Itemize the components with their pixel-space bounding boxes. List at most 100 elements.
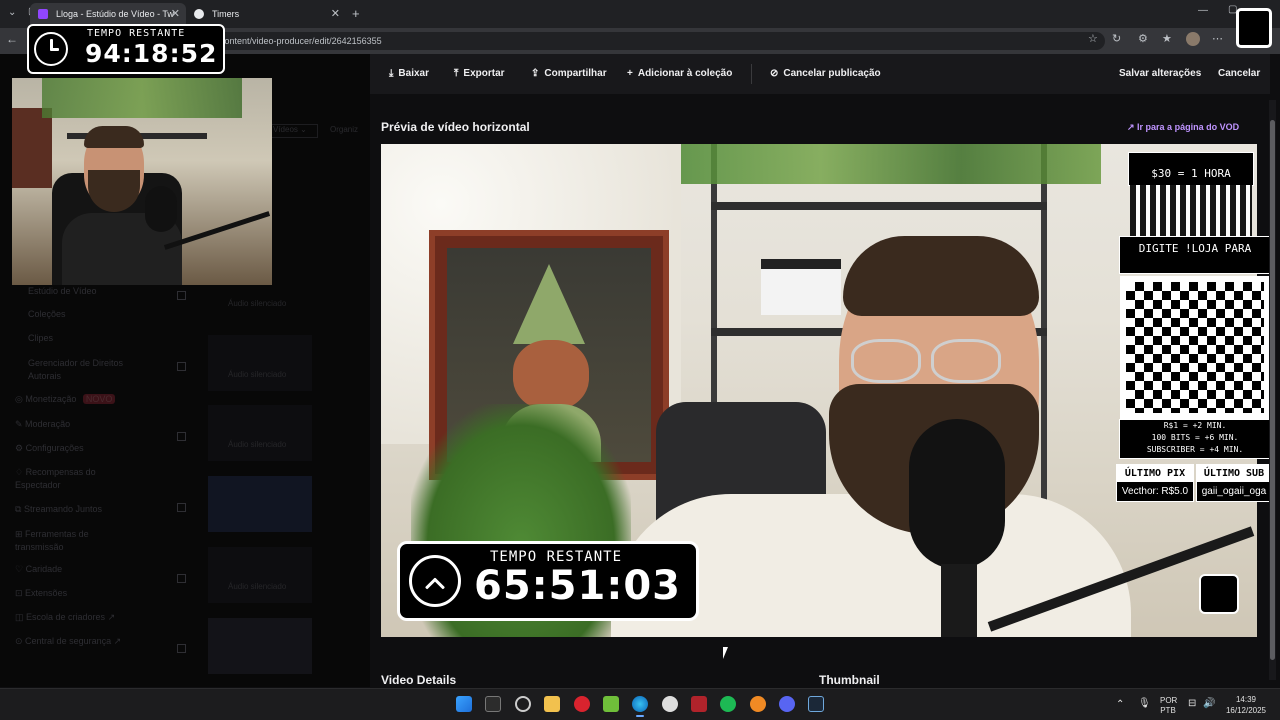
sidebar-item-label: Caridade [25, 564, 63, 574]
video-details-heading: Video Details [381, 673, 457, 687]
save-button[interactable]: Salvar alterações [1119, 68, 1201, 79]
sidebar-item-extensions[interactable]: ⊡ Extensões [15, 588, 67, 599]
sidebar-item-moderation[interactable]: ✎ Moderação [15, 419, 70, 430]
sidebar-item-clips[interactable]: Clipes [28, 333, 53, 343]
row-checkbox[interactable] [177, 644, 186, 653]
cancel-button[interactable]: Cancelar [1218, 68, 1260, 79]
add-collection-button[interactable]: + Adicionar à coleção [627, 68, 732, 79]
back-icon[interactable]: ← [6, 32, 18, 46]
sidebar-item-video-studio[interactable]: Estúdio de Vídeo [28, 286, 97, 296]
discord-icon[interactable] [779, 696, 795, 712]
red-app-icon[interactable] [574, 696, 590, 712]
download-button[interactable]: ⤓ Baixar [389, 68, 429, 79]
last-sub-box: ÚLTIMO SUB gaii_ogaii_oga [1196, 464, 1272, 502]
steam-icon[interactable] [808, 696, 824, 712]
orange-app-icon[interactable] [750, 696, 766, 712]
rates-panel: R$1 = +2 MIN. 100 BITS = +6 MIN. SUBSCRI… [1119, 419, 1271, 459]
start-icon[interactable] [456, 696, 472, 712]
last-sub-value: gaii_ogaii_oga [1201, 486, 1267, 497]
recorder-icon[interactable] [691, 696, 707, 712]
microphone-icon[interactable]: 🎙 [1138, 698, 1151, 709]
row-checkbox[interactable] [177, 574, 186, 583]
vod-link[interactable]: ↗ Ir para a página do VOD [1127, 122, 1239, 133]
refresh-icon[interactable]: ↻ [1112, 32, 1121, 45]
twitch-icon [38, 9, 48, 19]
row-checkbox[interactable] [177, 432, 186, 441]
minimize-icon[interactable]: — [1198, 5, 1208, 16]
sidebar-icon[interactable] [1186, 32, 1200, 46]
scrollbar-thumb[interactable] [1270, 120, 1275, 660]
folder-icon[interactable] [544, 696, 560, 712]
silenced-label: Áudio silenciado [228, 582, 287, 591]
tab-list-icon[interactable]: ⌄ [8, 7, 16, 18]
favorite-icon[interactable]: ☆ [1088, 32, 1098, 45]
row-checkbox[interactable] [177, 291, 186, 300]
video-thumbnail[interactable] [208, 405, 312, 461]
sidebar-item-label: Recompensas do Espectador [15, 467, 96, 490]
hanging-vines [681, 144, 1101, 184]
plant [42, 78, 242, 118]
sort-label[interactable]: Organiz [330, 125, 358, 134]
sidebar-item-safety-center[interactable]: ⊙ Central de segurança ↗ [15, 636, 121, 647]
video-thumbnail[interactable] [208, 335, 312, 391]
sidebar-item-label: Central de segurança [25, 636, 112, 646]
price-panel: $30 = 1 HORA [1128, 152, 1254, 186]
more-icon[interactable]: ⋯ [1212, 32, 1223, 45]
export-button[interactable]: ⤒ Exportar [454, 68, 505, 79]
sidebar-item-stream-together[interactable]: ⧉ Streamando Juntos [15, 504, 102, 515]
sidebar-item-settings[interactable]: ⚙ Configurações [15, 443, 84, 454]
sidebar-item-monetization[interactable]: ◎ Monetização NOVO [15, 394, 116, 405]
spotify-icon[interactable] [720, 696, 736, 712]
language-primary[interactable]: POR [1160, 696, 1177, 705]
external-arrow-icon: ↗ [1127, 122, 1138, 132]
collections-icon[interactable]: ★ [1162, 32, 1172, 45]
video-thumbnail[interactable] [208, 618, 312, 674]
sidebar-item-label: Escola de criadores [26, 612, 106, 622]
unpublish-label: Cancelar publicação [783, 68, 881, 79]
last-pix-box: ÚLTIMO PIX Vecthor: R$5.0 [1116, 464, 1194, 502]
sidebar-item-rewards[interactable]: ♢ Recompensas do Espectador [15, 466, 125, 492]
sidebar-item-label: Ferramentas de transmissão [15, 529, 89, 552]
green-app-icon[interactable] [603, 696, 619, 712]
edge-icon[interactable] [632, 696, 648, 712]
language-secondary[interactable]: PTB [1160, 706, 1176, 715]
sidebar-item-creator-school[interactable]: ◫ Escola de criadores ↗ [15, 612, 115, 623]
filter-label: Vídeos [273, 125, 298, 134]
sidebar-item-copyright[interactable]: Gerenciador de Direitos Autorais [28, 357, 128, 383]
close-icon[interactable]: ✕ [171, 7, 180, 20]
new-badge: NOVO [82, 394, 116, 404]
network-icon[interactable]: ⊟ [1188, 698, 1196, 709]
video-thumbnail[interactable] [208, 547, 312, 603]
tab-timers[interactable]: Timers ✕ [186, 3, 346, 25]
sidebar-item-collections[interactable]: Coleções [28, 309, 66, 319]
face-app-icon[interactable] [662, 696, 678, 712]
sidebar-item-broadcast-tools[interactable]: ⊞ Ferramentas de transmissão [15, 528, 115, 554]
close-icon[interactable]: ✕ [331, 7, 340, 20]
video-thumbnail[interactable] [208, 476, 312, 532]
last-pix-header: ÚLTIMO PIX [1117, 465, 1193, 482]
unpublish-button[interactable]: ⊘ Cancelar publicação [770, 68, 881, 79]
row-checkbox[interactable] [177, 362, 186, 371]
share-button[interactable]: ⇪ Compartilhar [531, 68, 607, 79]
clock-date[interactable]: 16/12/2025 [1222, 706, 1270, 715]
tray-chevron-icon[interactable]: ⌃ [1116, 699, 1124, 710]
extensions-icon[interactable]: ⚙ [1138, 32, 1148, 45]
volume-icon[interactable]: 🔊 [1203, 698, 1215, 709]
sidebar-item-charity[interactable]: ♡ Caridade [15, 564, 62, 575]
plus-icon: + [627, 68, 633, 79]
price-text: $30 = 1 HORA [1151, 167, 1231, 180]
share-icon: ⇪ [531, 68, 540, 79]
new-tab-icon[interactable]: + [352, 6, 360, 21]
export-label: Exportar [463, 68, 505, 79]
last-pix-value: Vecthor: R$5.0 [1121, 486, 1189, 497]
row-checkbox[interactable] [177, 503, 186, 512]
download-icon: ⤓ [389, 68, 394, 79]
url-field[interactable]: content/video-producer/edit/2642156355 [200, 32, 1105, 50]
terminal-icon[interactable] [485, 696, 501, 712]
settings-app-icon[interactable] [515, 696, 531, 712]
filter-dropdown[interactable]: Vídeos ⌄ [268, 124, 318, 138]
tab-lloga[interactable]: Lloga - Estúdio de Vídeo - Tw ✕ [30, 3, 186, 25]
rate-line: 100 BITS = +6 MIN. [1151, 433, 1239, 442]
lloga-logo [1199, 574, 1239, 614]
clock-time[interactable]: 14:39 [1226, 695, 1266, 704]
